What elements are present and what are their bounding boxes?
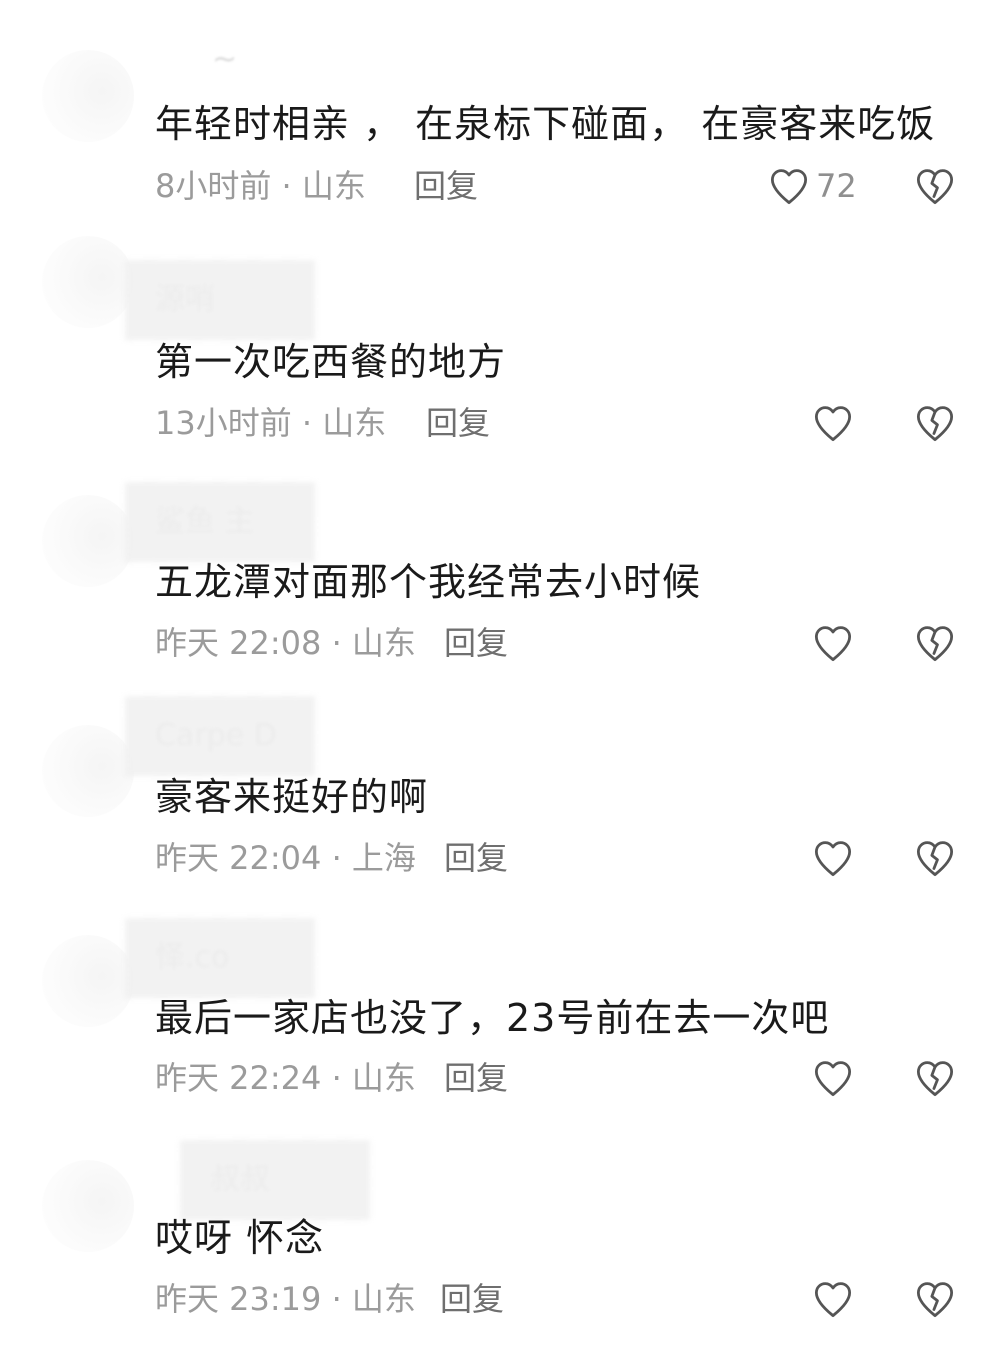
avatar[interactable] [42, 495, 134, 587]
reply-button[interactable]: 回复 [426, 402, 490, 444]
comment-text: 最后一家店也没了，23号前在去一次吧 [155, 996, 830, 1040]
like-button[interactable] [812, 838, 854, 878]
like-button[interactable]: 72 [768, 166, 857, 206]
comment-time-location: 昨天 23:19 · 山东 [155, 1280, 416, 1318]
broken-heart-icon [916, 626, 954, 662]
comment-text: 豪客来挺好的啊 [155, 775, 429, 819]
reply-button[interactable]: 回复 [444, 1057, 508, 1099]
comment-username[interactable]: 怿.co [155, 928, 325, 988]
broken-heart-icon [916, 169, 954, 205]
avatar[interactable] [42, 50, 134, 142]
comment-time-location: 8小时前 · 山东 [155, 167, 366, 205]
comment-text: 五龙潭对面那个我经常去小时候 [155, 560, 702, 604]
comment-time-location: 13小时前 · 山东 [155, 404, 387, 442]
heart-outline-icon [814, 406, 852, 442]
comment-username[interactable]: Carpe D [155, 706, 325, 766]
broken-heart-icon [916, 1282, 954, 1318]
avatar[interactable] [42, 1160, 134, 1252]
like-button[interactable] [812, 1058, 854, 1098]
comment-time-location: 昨天 22:08 · 山东 [155, 624, 416, 662]
heart-outline-icon [814, 1061, 852, 1097]
like-button[interactable] [812, 1279, 854, 1319]
like-button[interactable] [812, 403, 854, 443]
comment-time-location: 昨天 22:24 · 山东 [155, 1059, 416, 1097]
reply-button[interactable]: 回复 [444, 622, 508, 664]
broken-heart-icon [916, 841, 954, 877]
dislike-button[interactable] [914, 403, 956, 443]
avatar[interactable] [42, 725, 134, 817]
comment-username[interactable]: 叔叔 [210, 1150, 380, 1210]
blurred-username-fragment: ~ [212, 42, 238, 77]
heart-outline-icon [814, 626, 852, 662]
dislike-button[interactable] [914, 623, 956, 663]
dislike-button[interactable] [914, 166, 956, 206]
avatar[interactable] [42, 935, 134, 1027]
comment-text: 第一次吃西餐的地方 [155, 340, 507, 384]
heart-outline-icon [770, 169, 808, 205]
dislike-button[interactable] [914, 838, 956, 878]
comment-username[interactable]: 源哨 [155, 270, 325, 330]
comment-text: 哎呀 怀念 [155, 1216, 325, 1260]
broken-heart-icon [916, 406, 954, 442]
broken-heart-icon [916, 1061, 954, 1097]
like-button[interactable] [812, 623, 854, 663]
dislike-button[interactable] [914, 1058, 956, 1098]
dislike-button[interactable] [914, 1279, 956, 1319]
like-count: 72 [816, 167, 857, 205]
comment-time-location: 昨天 22:04 · 上海 [155, 839, 416, 877]
comment-username[interactable]: 鲨鱼 主 [155, 492, 325, 552]
heart-outline-icon [814, 841, 852, 877]
reply-button[interactable]: 回复 [414, 165, 478, 207]
avatar[interactable] [42, 236, 134, 328]
comment-text: 年轻时相亲 ， 在泉标下碰面， 在豪客来吃饭 [155, 102, 936, 146]
reply-button[interactable]: 回复 [444, 837, 508, 879]
heart-outline-icon [814, 1282, 852, 1318]
reply-button[interactable]: 回复 [440, 1278, 504, 1320]
